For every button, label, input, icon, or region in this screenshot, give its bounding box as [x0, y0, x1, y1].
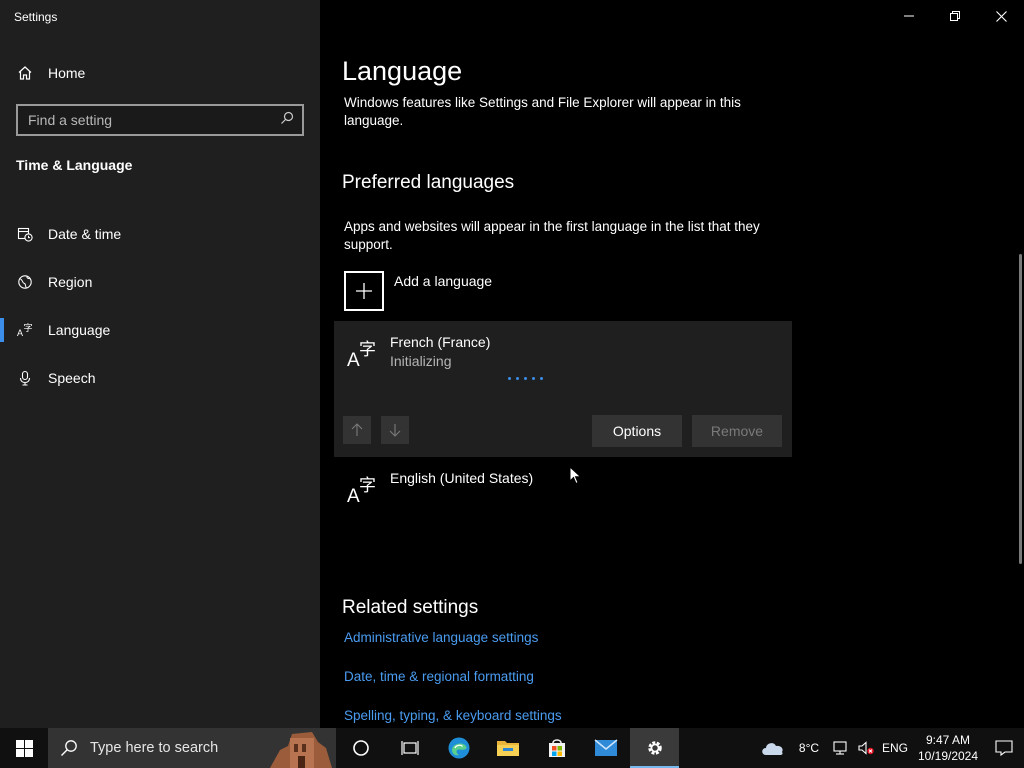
store-app[interactable]	[532, 728, 581, 768]
notification-icon	[995, 740, 1013, 756]
svg-text:字: 字	[359, 476, 376, 496]
notifications-button[interactable]	[984, 728, 1024, 768]
arrow-up-icon	[351, 423, 363, 436]
sidebar-item-speech[interactable]: Speech	[0, 354, 320, 402]
sidebar-item-region[interactable]: Region	[0, 258, 320, 306]
clock[interactable]: 9:47 AM 10/19/2024	[912, 728, 984, 768]
folder-icon	[496, 741, 519, 756]
move-down-button[interactable]	[381, 416, 409, 444]
microphone-icon	[0, 370, 48, 386]
find-setting-search[interactable]	[16, 104, 304, 136]
add-language-label: Add a language	[394, 273, 493, 289]
weather-temperature[interactable]: 8°C	[790, 728, 828, 768]
search-highlight-art-icon	[266, 728, 336, 768]
settings-app[interactable]	[630, 728, 679, 768]
window-controls	[886, 0, 1024, 32]
svg-text:字: 字	[24, 322, 33, 334]
globe-icon	[0, 274, 48, 290]
options-button[interactable]: Options	[592, 415, 682, 447]
language-description: Windows features like Settings and File …	[344, 95, 741, 128]
windows-logo-icon	[15, 739, 33, 757]
remove-button[interactable]: Remove	[692, 415, 782, 447]
restore-button[interactable]	[932, 0, 978, 32]
home-label: Home	[48, 65, 86, 81]
preferred-languages-description: Apps and websites will appear in the fir…	[344, 219, 760, 252]
search-icon[interactable]	[280, 111, 294, 130]
svg-text:A: A	[17, 328, 23, 338]
window-title: Settings	[14, 10, 58, 24]
language-item-selected[interactable]: A 字 French (France) Initializing Options…	[334, 321, 792, 457]
clock-time: 9:47 AM	[925, 733, 971, 747]
taskbar-search[interactable]: Type here to search	[48, 728, 336, 768]
edge-icon	[448, 737, 469, 759]
add-language-button[interactable]: Add a language	[344, 271, 492, 311]
sidebar-item-label: Date & time	[48, 226, 122, 242]
volume-muted-icon	[858, 741, 874, 755]
task-view-icon	[400, 741, 419, 755]
network-button[interactable]	[828, 728, 854, 768]
clock-date: 10/19/2024	[917, 749, 979, 763]
close-icon	[995, 10, 1007, 22]
svg-text:字: 字	[359, 340, 376, 360]
system-tray: 8°C ENG 9:47 AM 10/19/2024	[756, 728, 1024, 768]
start-button[interactable]	[0, 728, 48, 768]
sidebar-item-language[interactable]: A字 Language	[0, 306, 320, 354]
loading-indicator	[508, 377, 543, 380]
mail-app[interactable]	[581, 728, 630, 768]
sidebar-item-label: Speech	[48, 370, 96, 386]
language-item[interactable]: A 字 English (United States)	[346, 470, 534, 511]
find-setting-input[interactable]	[28, 112, 280, 128]
cortana-icon	[352, 740, 369, 756]
related-settings-heading: Related settings	[342, 597, 479, 618]
taskbar: Type here to search 8°C ENG 9:47 AM 10/1…	[0, 728, 1024, 768]
edge-app[interactable]	[434, 728, 483, 768]
mouse-cursor-icon	[569, 466, 582, 485]
restore-icon	[950, 11, 960, 21]
language-status: Initializing	[390, 353, 452, 369]
section-title: Time & Language	[16, 157, 133, 173]
minimize-icon	[904, 15, 914, 17]
plus-icon	[344, 271, 384, 311]
scrollbar[interactable]	[1019, 254, 1022, 564]
home-icon	[0, 65, 48, 81]
gear-icon	[647, 741, 662, 755]
language-name: English (United States)	[390, 470, 534, 486]
page-title: Language	[342, 56, 463, 86]
network-icon	[833, 741, 847, 755]
arrow-down-icon	[389, 424, 401, 437]
store-icon	[548, 739, 565, 757]
language-icon: A 字	[347, 340, 376, 371]
main-content: Language Windows features like Settings …	[320, 0, 1024, 728]
language-icon: A字	[0, 322, 48, 338]
mail-icon	[594, 739, 617, 756]
close-button[interactable]	[978, 0, 1024, 32]
regional-formatting-link[interactable]: Date, time & regional formatting	[344, 669, 534, 684]
keyboard-settings-link[interactable]: Spelling, typing, & keyboard settings	[344, 708, 562, 723]
file-explorer-app[interactable]	[483, 728, 532, 768]
minimize-button[interactable]	[886, 0, 932, 32]
cloud-icon	[762, 743, 783, 755]
taskbar-search-placeholder: Type here to search	[90, 740, 219, 756]
task-view-icon-button[interactable]	[385, 728, 434, 768]
language-row: A 字 French (France) Initializing	[346, 334, 491, 375]
admin-language-settings-link[interactable]: Administrative language settings	[344, 630, 538, 645]
move-up-button[interactable]	[343, 416, 371, 444]
calendar-clock-icon	[0, 226, 48, 242]
language-name: French (France)	[390, 334, 491, 350]
nav-list: Date & time Region A字 Language Speech	[0, 210, 320, 402]
volume-button[interactable]	[854, 728, 878, 768]
task-view-button[interactable]	[336, 728, 385, 768]
sidebar-item-label: Region	[48, 274, 93, 290]
input-language-button[interactable]: ENG	[878, 728, 912, 768]
search-icon	[61, 740, 77, 756]
language-icon: A 字	[347, 476, 376, 507]
preferred-languages-heading: Preferred languages	[342, 172, 515, 193]
nav-home[interactable]: Home	[0, 58, 320, 88]
sidebar-item-date-time[interactable]: Date & time	[0, 210, 320, 258]
sidebar: Settings Home Time & Language Date & tim…	[0, 0, 320, 728]
weather-button[interactable]	[756, 728, 790, 768]
sidebar-item-label: Language	[48, 322, 111, 338]
